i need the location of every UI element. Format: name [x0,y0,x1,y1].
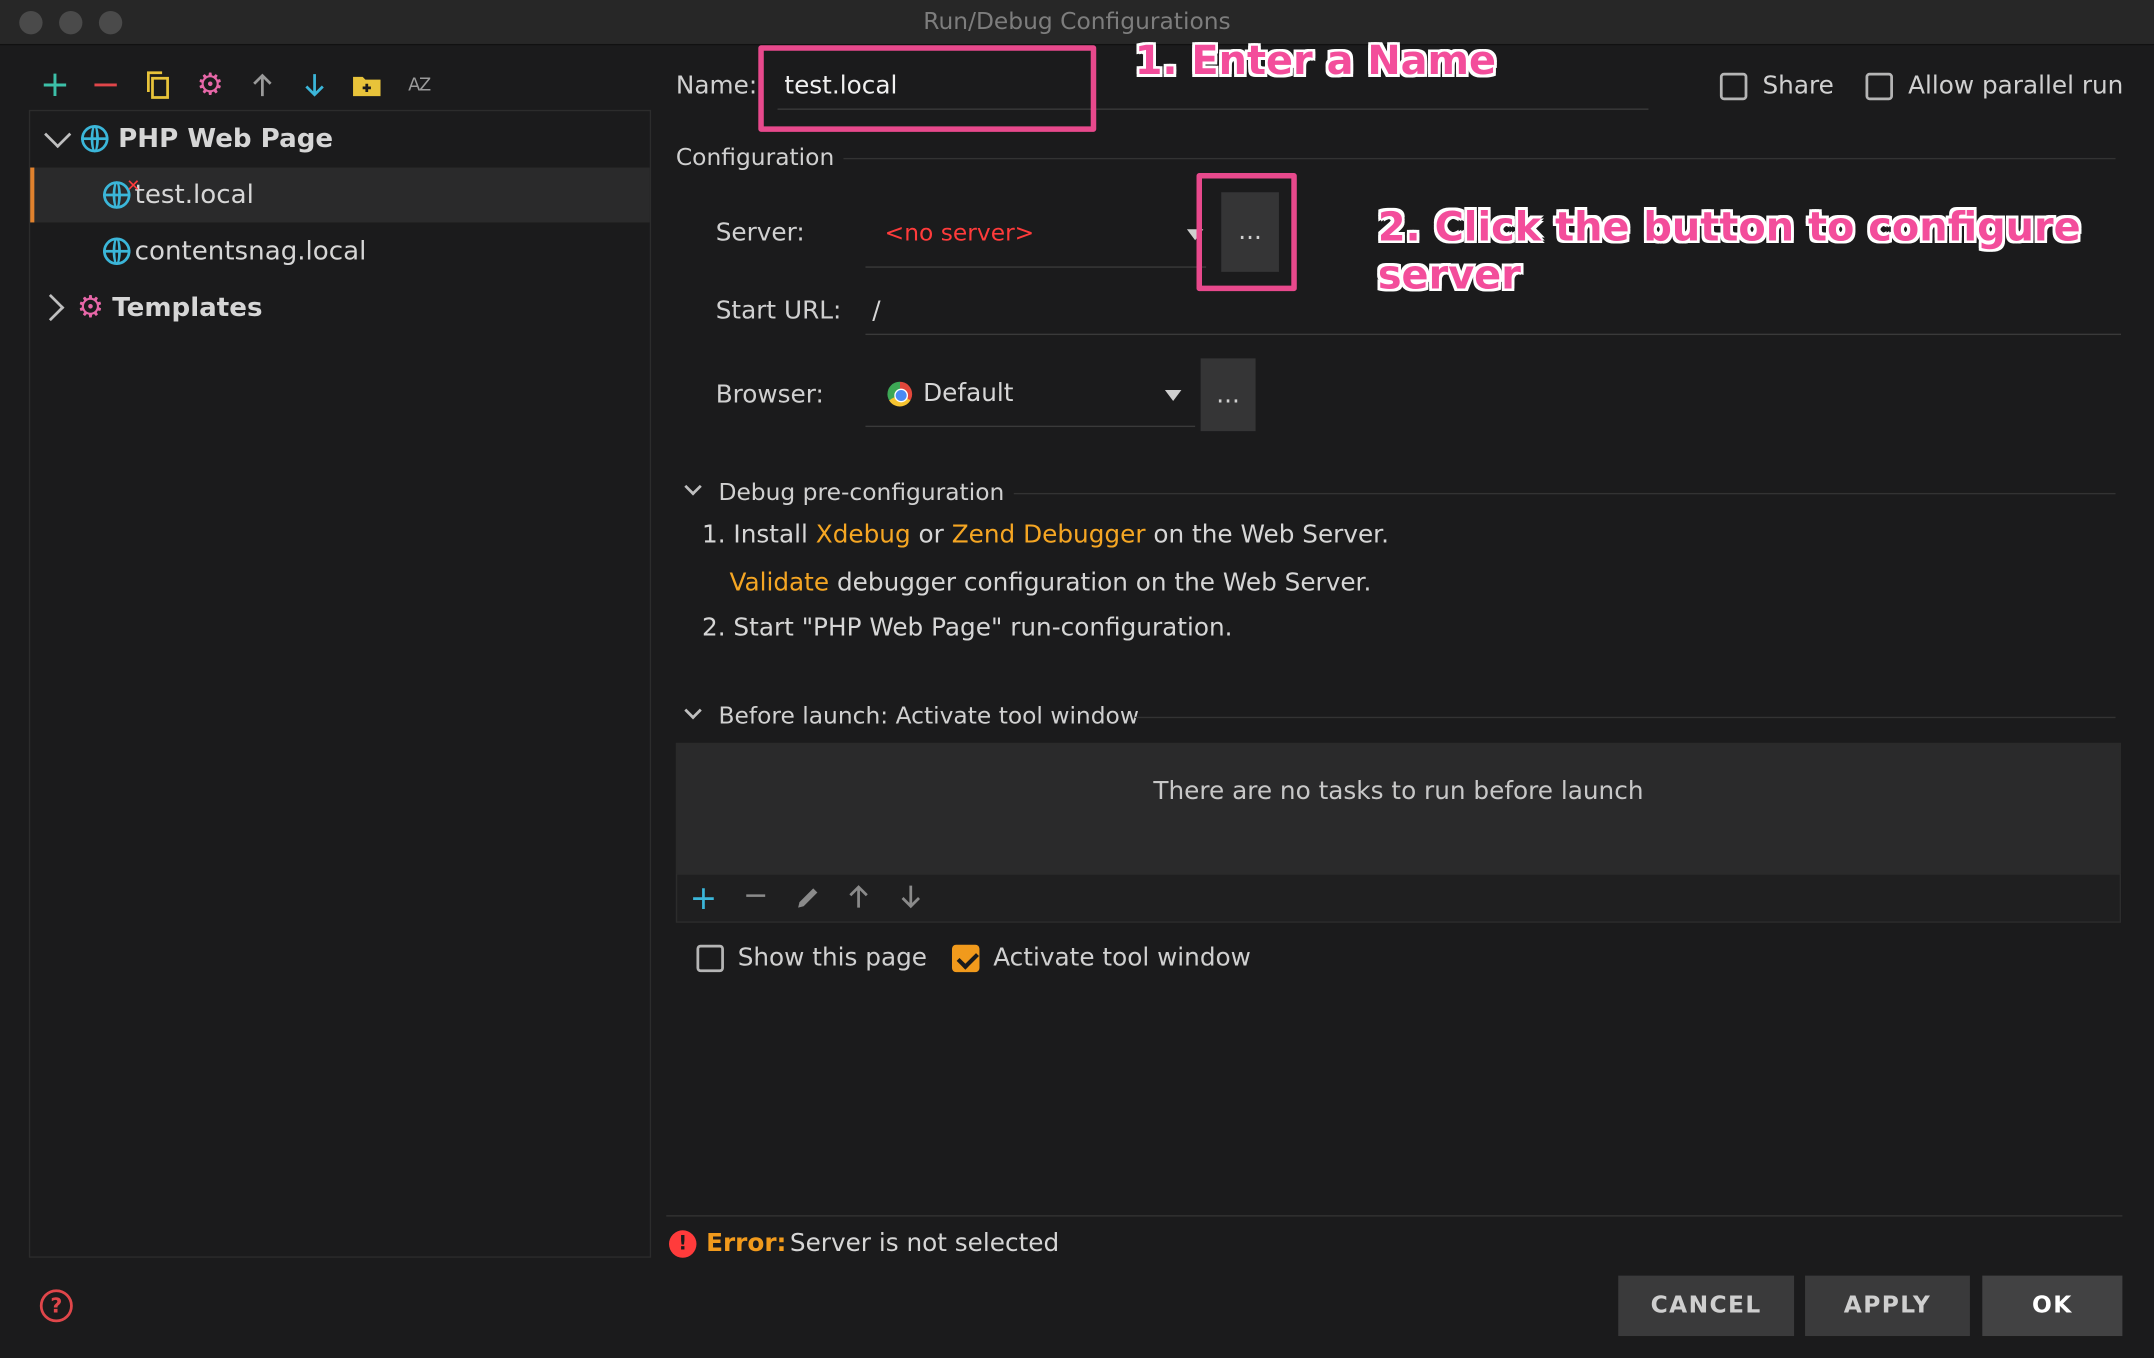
error-icon: ! [669,1230,696,1257]
tree-group-label: PHP Web Page [118,124,333,154]
show-this-page-checkbox[interactable] [696,945,723,972]
annotation-highlight-server-button [1197,173,1297,291]
share-label: Share [1762,71,1833,100]
add-task-icon[interactable]: + [690,879,718,917]
tree-group-label: Templates [112,292,262,322]
dropdown-arrow-icon [1165,390,1181,401]
share-checkbox[interactable] [1720,73,1747,100]
copy-icon[interactable] [139,66,177,104]
move-down-icon[interactable] [295,66,333,104]
annotation-highlight-name [758,45,1096,132]
tree-item-label: test.local [135,180,254,210]
validate-link[interactable]: Validate [729,568,829,597]
chevron-down-icon[interactable] [684,702,701,719]
move-task-down-icon[interactable] [900,884,922,914]
activate-tool-window-label: Activate tool window [993,943,1251,972]
show-this-page-label: Show this page [738,943,927,972]
new-folder-icon[interactable] [348,66,386,104]
name-label: Name: [676,71,757,100]
debug-preconfig-header[interactable]: Debug pre-configuration [718,479,1004,506]
annotation-step-1: 1. Enter a Name [1135,37,1496,85]
debug-validate-line: Validate debugger configuration on the W… [729,568,1371,597]
error-mark-icon: ✕ [126,176,140,195]
move-task-up-icon[interactable] [848,884,870,914]
help-icon[interactable]: ? [40,1289,73,1322]
tree-group-templates[interactable]: ⚙ Templates [30,280,650,335]
config-tree[interactable]: PHP Web Page ✕ test.local contentsnag.lo… [29,110,651,1258]
move-up-icon[interactable] [243,66,281,104]
add-icon[interactable]: + [36,66,74,104]
configure-browser-button[interactable]: ... [1201,358,1256,431]
server-select[interactable]: <no server> [865,203,1206,266]
server-label: Server: [716,218,805,247]
start-url-value: / [872,297,880,326]
chevron-down-icon[interactable] [44,121,71,148]
server-select-value: <no server> [885,220,1035,247]
settings-icon[interactable]: ⚙ [191,66,229,104]
xdebug-link[interactable]: Xdebug [816,520,911,549]
tree-item-contentsnag-local[interactable]: contentsnag.local [30,224,650,279]
browser-label: Browser: [716,380,824,409]
browser-select[interactable]: Default [865,365,1195,425]
empty-tasks-text: There are no tasks to run before launch [676,777,2121,806]
globe-icon [81,125,108,152]
debug-step-1: 1. Install Xdebug or Zend Debugger on th… [702,520,1389,549]
chevron-down-icon[interactable] [684,478,701,495]
task-toolbar [676,873,2121,922]
chrome-icon [887,382,912,407]
ok-button[interactable]: OK [1982,1276,2122,1336]
browser-select-value: Default [923,379,1013,408]
cancel-button[interactable]: CANCEL [1618,1276,1794,1336]
before-launch-header[interactable]: Before launch: Activate tool window [718,703,1138,730]
parallel-run-checkbox[interactable] [1866,73,1893,100]
apply-button[interactable]: APPLY [1805,1276,1970,1336]
tree-item-label: contentsnag.local [135,236,367,266]
activate-tool-window-checkbox[interactable] [952,945,979,972]
window-title: Run/Debug Configurations [0,8,2154,35]
debug-step-2: 2. Start "PHP Web Page" run-configuratio… [702,614,1233,643]
gear-icon: ⚙ [77,290,104,324]
sort-az-icon[interactable]: AZ [400,66,438,104]
parallel-run-label: Allow parallel run [1908,71,2123,100]
annotation-step-2-line-2: server [1378,251,1521,299]
remove-task-icon[interactable]: − [743,879,768,913]
configuration-header: Configuration [676,144,834,171]
zend-debugger-link[interactable]: Zend Debugger [952,520,1146,549]
error-label: Error: [706,1229,786,1258]
chevron-right-icon[interactable] [37,294,64,321]
edit-task-icon[interactable] [794,884,821,917]
tree-item-test-local[interactable]: ✕ test.local [30,168,650,223]
annotation-step-2-line-1: 2. Click the button to configure [1378,203,2081,251]
error-text: Server is not selected [790,1229,1059,1258]
tree-group-php-web-page[interactable]: PHP Web Page [30,111,650,166]
remove-icon[interactable]: − [87,66,125,104]
globe-icon [103,238,130,265]
start-url-label: Start URL: [716,297,842,326]
